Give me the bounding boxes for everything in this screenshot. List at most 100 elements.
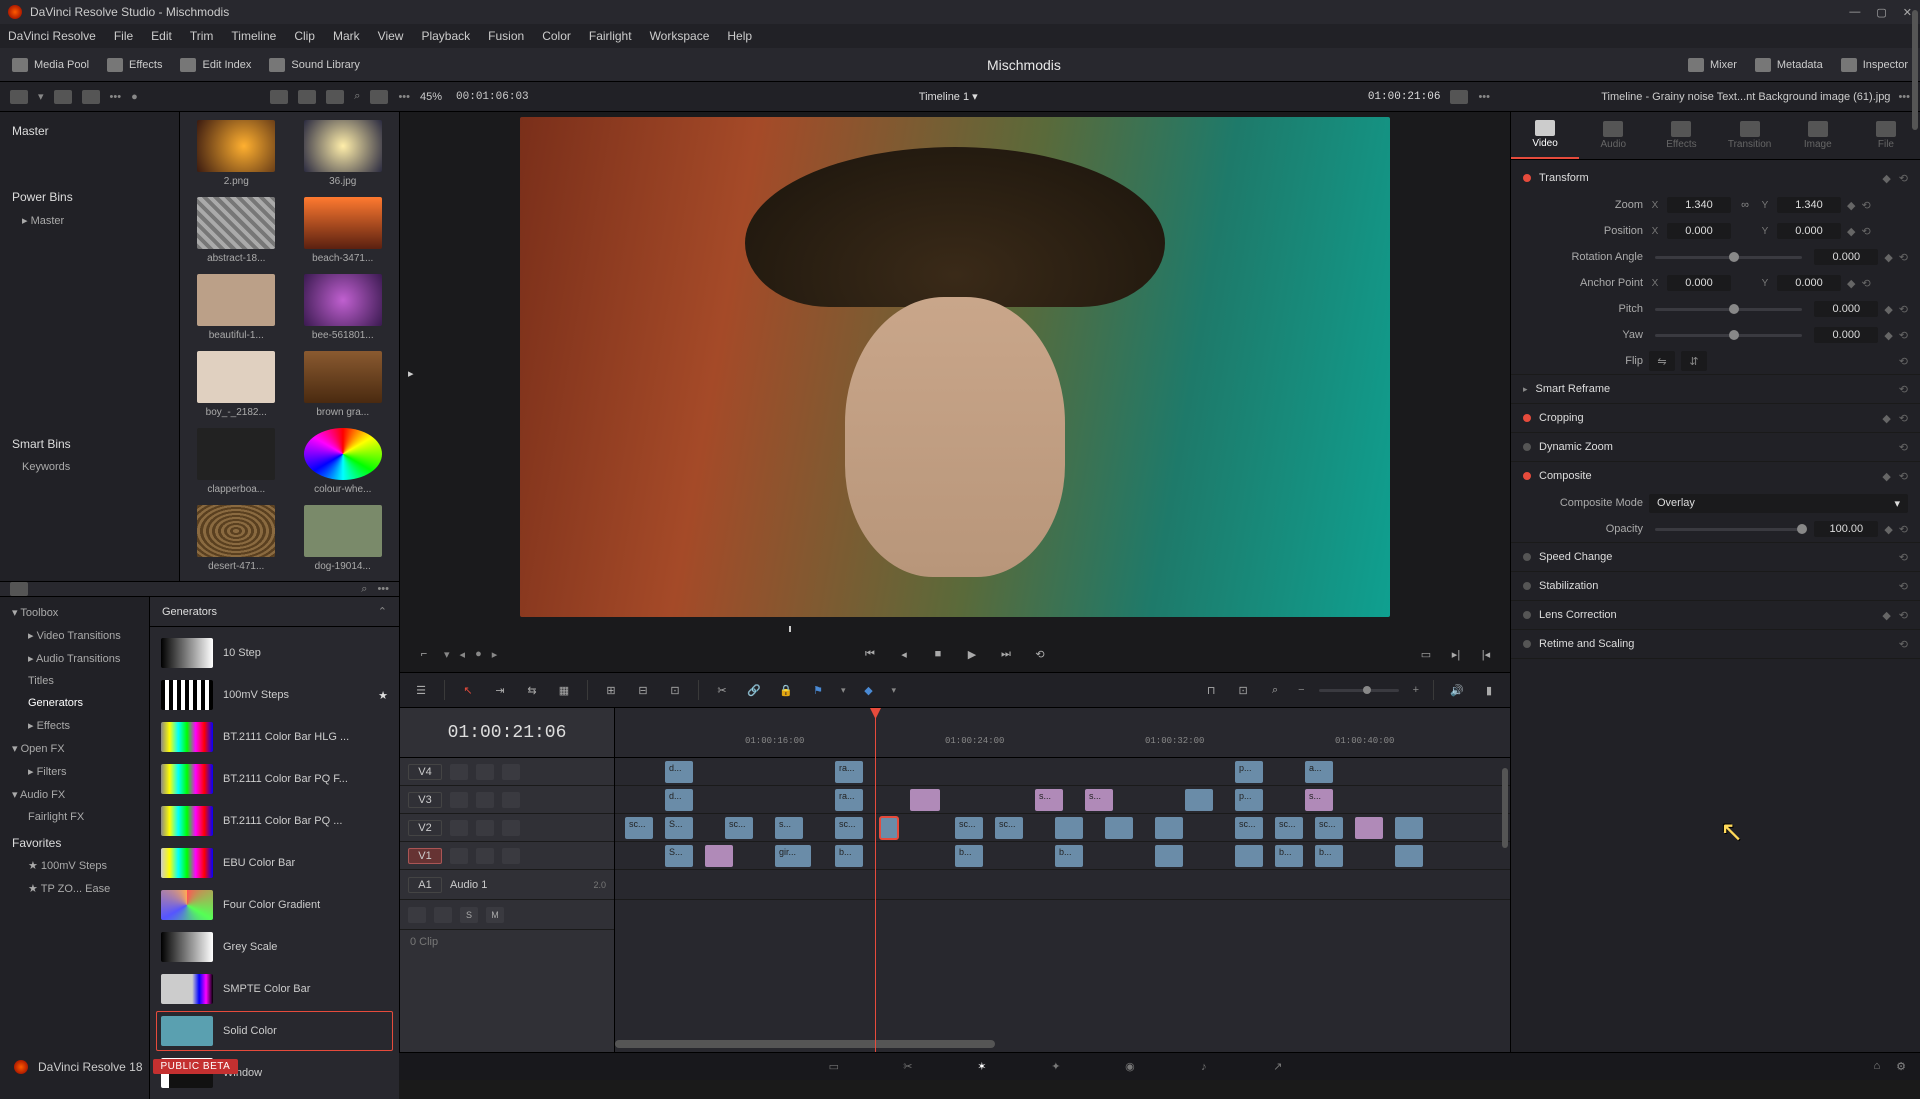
timeline-clip[interactable]: sc... bbox=[1315, 817, 1343, 839]
keyframe-icon[interactable]: ◆ bbox=[1884, 523, 1892, 536]
timeline-clip[interactable] bbox=[1395, 817, 1423, 839]
enable-dot-icon[interactable] bbox=[1523, 414, 1531, 422]
anchor-y-field[interactable]: 0.000 bbox=[1777, 275, 1841, 291]
blade-tool[interactable]: ▦ bbox=[555, 681, 573, 699]
media-page-icon[interactable]: ▭ bbox=[822, 1057, 846, 1077]
generator-item[interactable]: SMPTE Color Bar bbox=[156, 969, 393, 1009]
reset-icon[interactable]: ⟲ bbox=[1899, 551, 1908, 564]
media-clip[interactable]: beautiful-1... bbox=[188, 274, 285, 341]
fusion-page-icon[interactable]: ✦ bbox=[1044, 1057, 1068, 1077]
media-clip[interactable]: 2.png bbox=[188, 120, 285, 187]
fx-category-generators[interactable]: Generators bbox=[0, 692, 149, 714]
reset-icon[interactable]: ⟲ bbox=[1899, 470, 1908, 483]
viewer-canvas[interactable]: ▸ bbox=[400, 112, 1510, 622]
next-edit-icon[interactable]: ▸ bbox=[492, 648, 498, 661]
timeline-clip[interactable]: a... bbox=[1305, 761, 1333, 783]
reset-icon[interactable]: ⟲ bbox=[1899, 412, 1908, 425]
menu-fusion[interactable]: Fusion bbox=[488, 29, 524, 43]
sound-library-toggle[interactable]: Sound Library bbox=[269, 58, 360, 72]
proxy-icon[interactable] bbox=[1450, 90, 1468, 104]
timeline-clip[interactable]: d... bbox=[665, 761, 693, 783]
disable-track-icon[interactable] bbox=[502, 848, 520, 864]
reset-icon[interactable]: ⟲ bbox=[1899, 172, 1908, 185]
import-icon[interactable] bbox=[54, 90, 72, 104]
position-y-field[interactable]: 0.000 bbox=[1777, 223, 1841, 239]
reset-icon[interactable]: ⟲ bbox=[1861, 199, 1870, 212]
timeline-clip[interactable]: p... bbox=[1235, 761, 1263, 783]
marker-icon[interactable]: ◆ bbox=[860, 681, 878, 699]
meter-icon[interactable]: ▮ bbox=[1480, 681, 1498, 699]
generator-item[interactable]: EBU Color Bar bbox=[156, 843, 393, 883]
composite-mode-select[interactable]: Overlay▾ bbox=[1649, 494, 1908, 513]
snap-icon[interactable]: ⊓ bbox=[1202, 681, 1220, 699]
horizontal-scrollbar[interactable] bbox=[615, 1040, 995, 1048]
chevron-down-icon[interactable]: ▾ bbox=[38, 90, 44, 103]
timeline-clip[interactable] bbox=[1235, 845, 1263, 867]
reset-icon[interactable]: ⟲ bbox=[1899, 638, 1908, 651]
menu-trim[interactable]: Trim bbox=[190, 29, 214, 43]
mark-in-icon[interactable]: ⌐ bbox=[414, 644, 434, 664]
menu-file[interactable]: File bbox=[114, 29, 133, 43]
metadata-toggle[interactable]: Metadata bbox=[1755, 58, 1823, 72]
pool-more-icon[interactable]: ••• bbox=[398, 91, 410, 103]
smart-bins-header[interactable]: Smart Bins bbox=[8, 431, 171, 457]
timeline-view-icon[interactable]: ☰ bbox=[412, 681, 430, 699]
zoom-in-icon[interactable]: + bbox=[1413, 684, 1419, 696]
generator-item[interactable]: BT.2111 Color Bar HLG ... bbox=[156, 717, 393, 757]
timeline-clip[interactable]: gir... bbox=[775, 845, 811, 867]
fx-category-titles[interactable]: Titles bbox=[0, 670, 149, 692]
track-label[interactable]: V2 bbox=[408, 820, 442, 836]
yaw-field[interactable]: 0.000 bbox=[1814, 327, 1878, 343]
enable-dot-icon[interactable] bbox=[1523, 553, 1531, 561]
pitch-slider[interactable] bbox=[1655, 308, 1802, 311]
loop-button[interactable]: ⟲ bbox=[1030, 644, 1050, 664]
replace-icon[interactable]: ⊡ bbox=[666, 681, 684, 699]
keyframe-icon[interactable]: ◆ bbox=[1884, 251, 1892, 264]
chevron-down-icon[interactable]: ▾ bbox=[841, 685, 846, 696]
generator-item[interactable]: Four Color Gradient bbox=[156, 885, 393, 925]
reset-icon[interactable]: ⟲ bbox=[1899, 441, 1908, 454]
video-track-header[interactable]: V2 bbox=[400, 814, 614, 842]
timeline-clip[interactable] bbox=[1155, 817, 1183, 839]
reset-icon[interactable]: ⟲ bbox=[1861, 225, 1870, 238]
inspector-tab-transition[interactable]: Transition bbox=[1716, 112, 1784, 159]
menu-edit[interactable]: Edit bbox=[151, 29, 172, 43]
home-icon[interactable]: ⌂ bbox=[1873, 1060, 1880, 1073]
timeline-clip[interactable]: sc... bbox=[725, 817, 753, 839]
timeline-clip[interactable]: b... bbox=[835, 845, 863, 867]
lock-track-icon[interactable] bbox=[450, 792, 468, 808]
timeline-selector[interactable]: Timeline 1 ▾ bbox=[919, 90, 978, 103]
media-clip[interactable]: beach-3471... bbox=[295, 197, 392, 264]
enable-dot-icon[interactable] bbox=[1523, 443, 1531, 451]
video-track-header[interactable]: V4 bbox=[400, 758, 614, 786]
media-clip[interactable]: boy_-_2182... bbox=[188, 351, 285, 418]
timeline-clip[interactable] bbox=[1155, 845, 1183, 867]
overwrite-icon[interactable]: ⊟ bbox=[634, 681, 652, 699]
filters-node[interactable]: ▸ Filters bbox=[0, 760, 149, 783]
timeline-clip[interactable]: sc... bbox=[995, 817, 1023, 839]
link-icon[interactable]: ∞ bbox=[1737, 199, 1753, 211]
speed-change-header[interactable]: Speed Change⟲ bbox=[1511, 543, 1920, 571]
openfx-node[interactable]: ▾ Open FX bbox=[0, 737, 149, 760]
timeline-clip[interactable] bbox=[910, 789, 940, 811]
reset-icon[interactable]: ⟲ bbox=[1899, 251, 1908, 264]
cropping-header[interactable]: Cropping◆⟲ bbox=[1511, 404, 1920, 432]
generator-item[interactable]: Grey Scale bbox=[156, 927, 393, 967]
timeline-clip[interactable]: S... bbox=[665, 845, 693, 867]
favorite-star-icon[interactable]: ★ bbox=[378, 689, 388, 702]
settings-icon[interactable]: ⚙ bbox=[1896, 1060, 1906, 1073]
opacity-slider[interactable] bbox=[1655, 528, 1802, 531]
master-bin[interactable]: Master bbox=[8, 118, 171, 144]
media-clip[interactable]: bee-561801... bbox=[295, 274, 392, 341]
maximize-button[interactable]: ▢ bbox=[1876, 6, 1886, 19]
media-clip[interactable]: brown gra... bbox=[295, 351, 392, 418]
audiofx-node[interactable]: ▾ Audio FX bbox=[0, 783, 149, 806]
vertical-scrollbar[interactable] bbox=[1502, 768, 1508, 848]
enable-dot-icon[interactable] bbox=[1523, 640, 1531, 648]
reset-icon[interactable]: ⟲ bbox=[1899, 303, 1908, 316]
keyframe-icon[interactable]: ◆ bbox=[1882, 609, 1890, 622]
zoom-x-field[interactable]: 1.340 bbox=[1667, 197, 1731, 213]
prev-clip-icon[interactable]: |◂ bbox=[1476, 644, 1496, 664]
auto-select-icon[interactable] bbox=[476, 848, 494, 864]
cut-page-icon[interactable]: ✂ bbox=[896, 1057, 920, 1077]
